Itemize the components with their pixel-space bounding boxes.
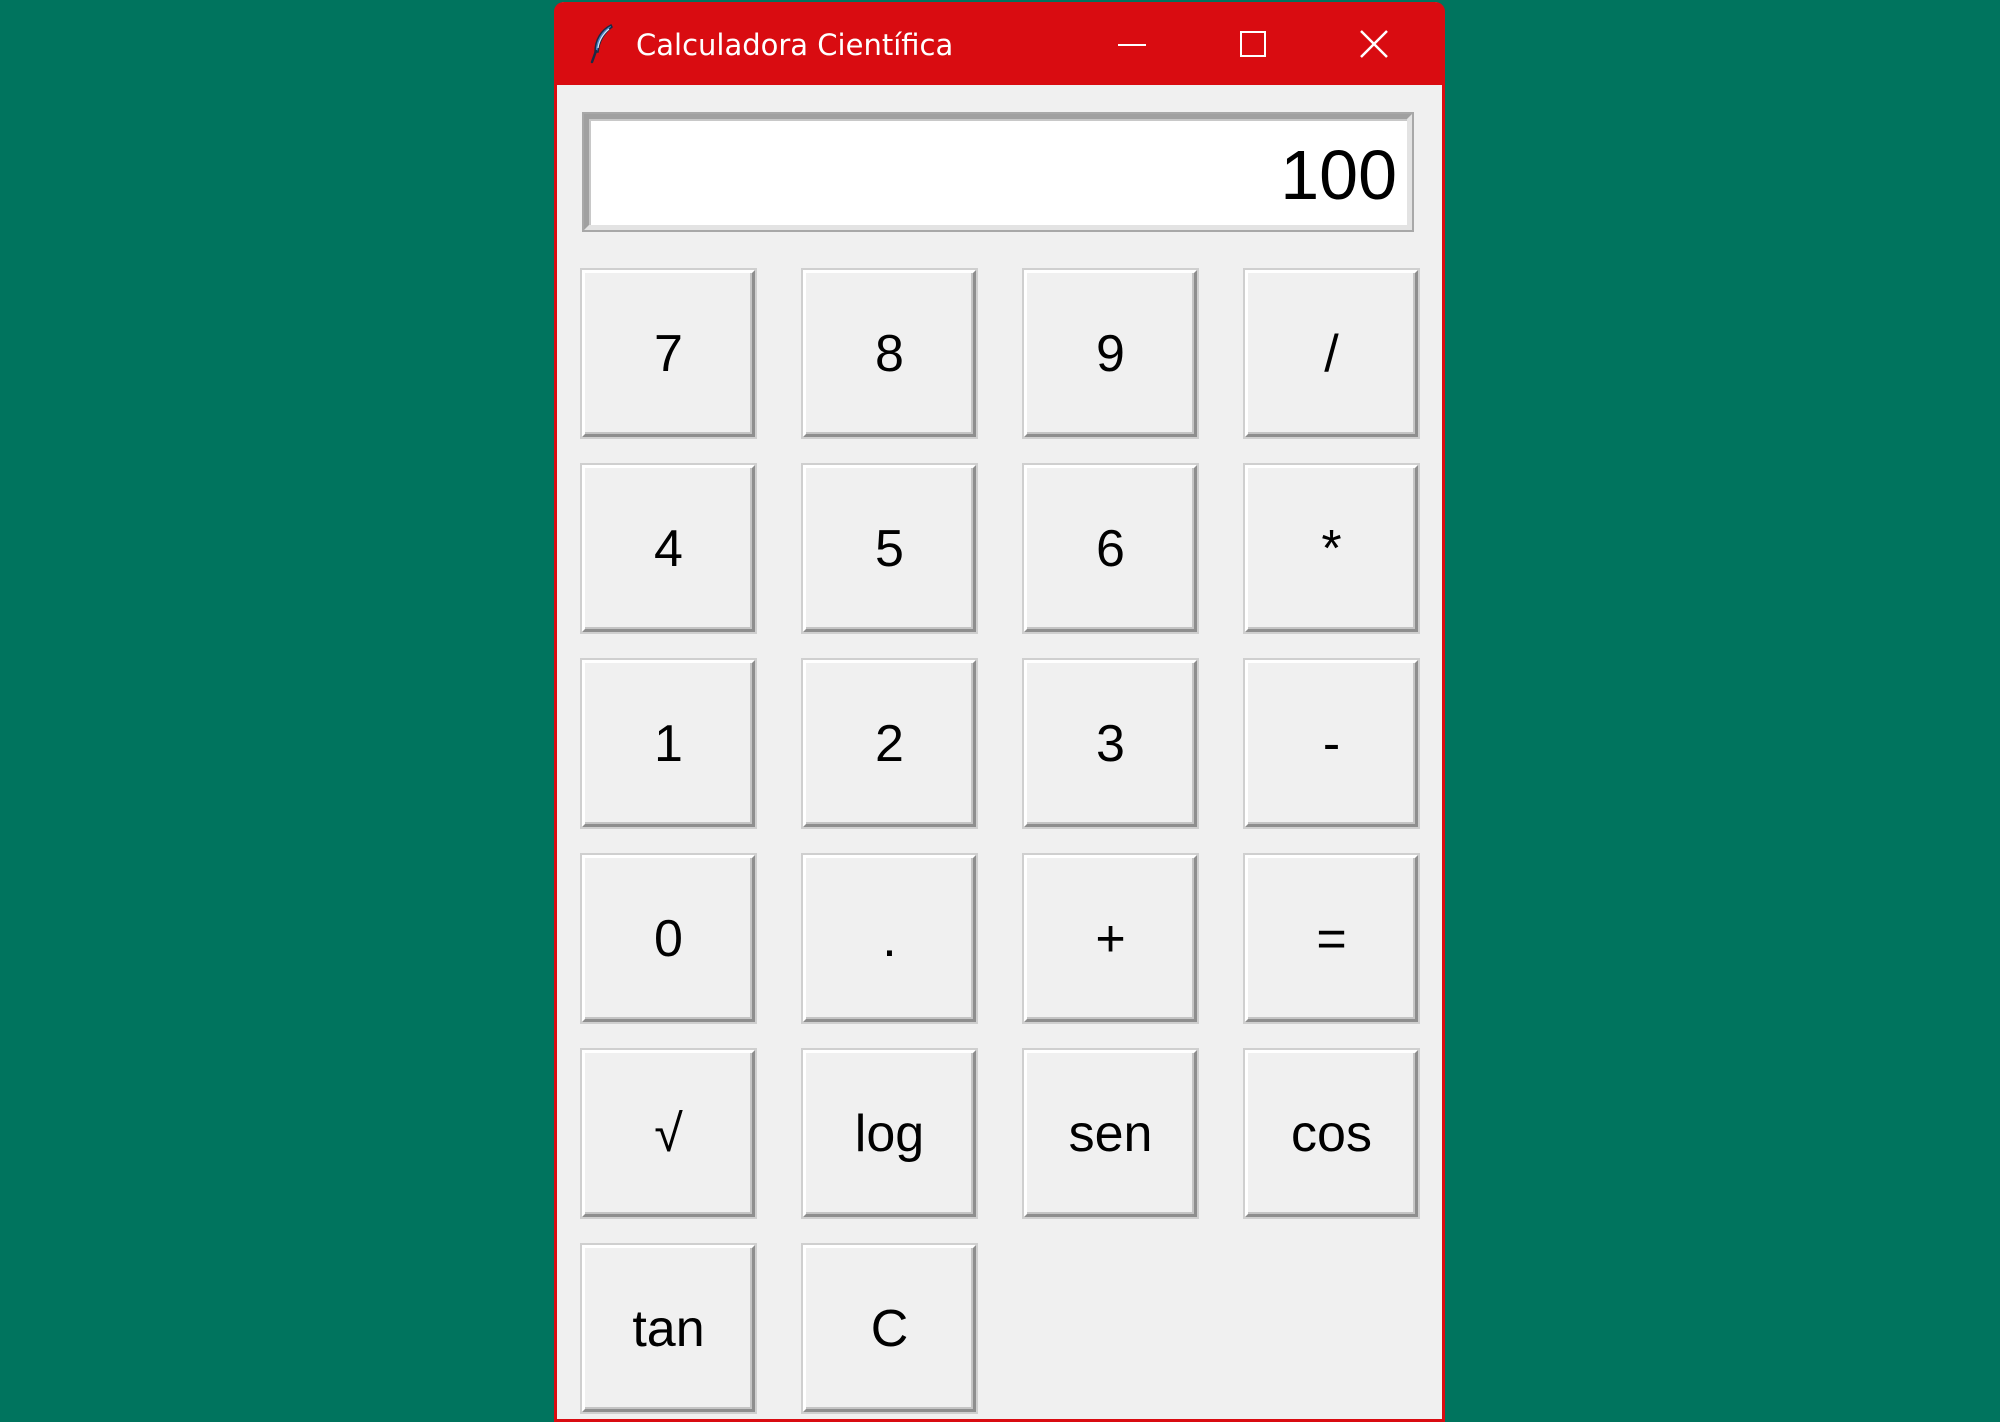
key-label: √ [654,1104,683,1163]
close-button[interactable] [1314,2,1434,85]
key-label: sen [1068,1104,1153,1163]
key-5[interactable]: 5 [803,465,976,632]
maximize-icon [1240,30,1266,57]
feather-icon [590,23,613,64]
key-sqrt[interactable]: √ [582,1050,755,1217]
keypad: 7 8 9 / 4 5 6 * 1 2 3 - 0. + = √ log sen cos tan C [582,270,1447,1420]
display-field[interactable]: 100 [584,114,1412,230]
key-8[interactable]: 8 [803,270,976,437]
key-label: 9 [1096,324,1125,383]
key-add[interactable]: + [1024,855,1197,1022]
key-3[interactable]: 3 [1024,660,1197,827]
key-1[interactable]: 1 [582,660,755,827]
key-multiply[interactable]: * [1245,465,1418,632]
close-icon [1360,29,1388,58]
key-label: / [1324,324,1339,383]
key-subtract[interactable]: - [1245,660,1418,827]
key-label: cos [1291,1104,1372,1163]
key-2[interactable]: 2 [803,660,976,827]
key-tan[interactable]: tan [582,1245,755,1412]
key-log[interactable]: log [803,1050,976,1217]
key-label: * [1321,519,1342,578]
key-label: 3 [1096,714,1125,773]
key-label: 0 [654,909,683,968]
key-sen[interactable]: sen [1024,1050,1197,1217]
key-label: + [1095,909,1126,968]
calculator-window: Calculadora Científica 100 7 8 9 / 4 5 6 * 1 2 3 - 0… [554,2,1445,1422]
key-label: 6 [1096,519,1125,578]
key-clear[interactable]: C [803,1245,976,1412]
key-6[interactable]: 6 [1024,465,1197,632]
display-value: 100 [1280,136,1397,214]
key-label: tan [632,1299,705,1358]
window-title: Calculadora Científica [636,28,954,62]
key-label: 8 [875,324,904,383]
key-label: 2 [875,714,904,773]
key-label: 5 [875,519,904,578]
minimize-icon [1118,43,1146,46]
key-label: - [1322,714,1341,773]
key-divide[interactable]: / [1245,270,1418,437]
title-bar[interactable]: Calculadora Científica [554,2,1445,85]
key-label: 7 [654,324,683,383]
minimize-button[interactable] [1072,2,1192,85]
key-decimal[interactable]: . [803,855,976,1022]
key-label: = [1316,909,1347,968]
key-0[interactable]: 0 [582,855,755,1022]
key-label: 1 [654,714,683,773]
key-label: 4 [654,519,683,578]
key-equals[interactable]: = [1245,855,1418,1022]
key-label: log [854,1104,925,1163]
key-9[interactable]: 9 [1024,270,1197,437]
key-label: C [870,1299,909,1358]
key-label: . [882,909,897,968]
key-cos[interactable]: cos [1245,1050,1418,1217]
maximize-button[interactable] [1193,2,1313,85]
key-7[interactable]: 7 [582,270,755,437]
key-4[interactable]: 4 [582,465,755,632]
